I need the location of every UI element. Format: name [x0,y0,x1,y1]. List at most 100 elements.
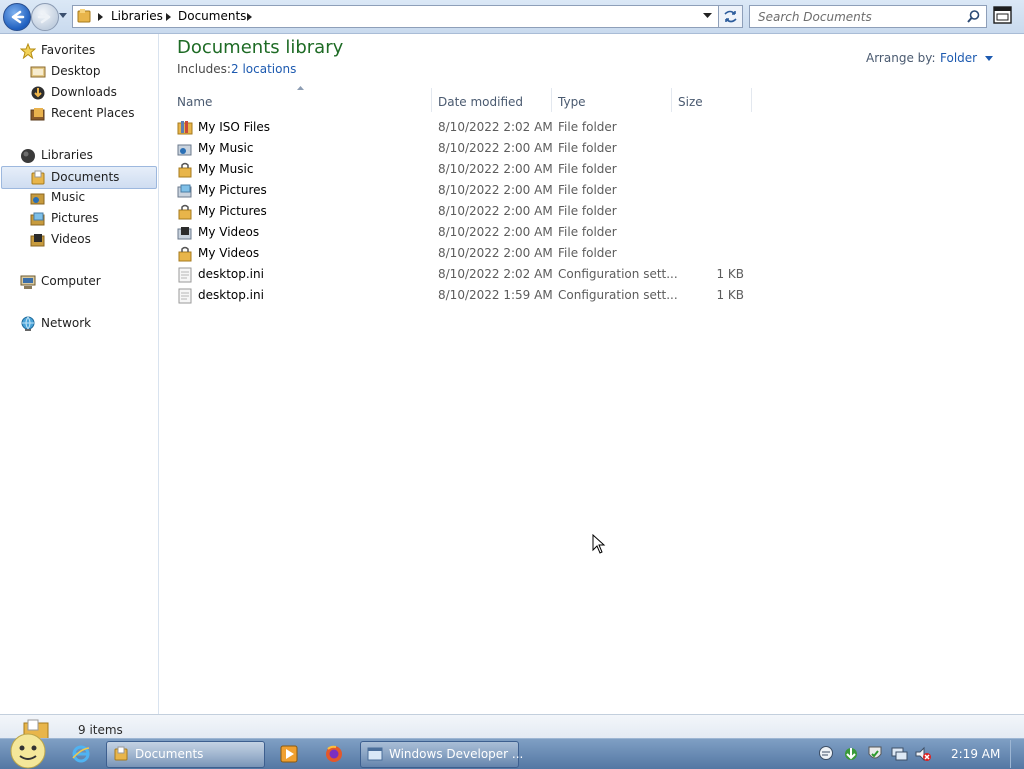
file-list-pane: Documents library Includes: 2 locations … [159,34,1024,714]
navigation-pane: Favorites Desktop Downloads Recent Place… [0,34,159,714]
file-type: File folder [558,162,617,176]
recent-pages-dropdown-icon[interactable] [58,12,68,20]
config-file-icon [178,267,192,283]
file-row[interactable]: My Music 8/10/2022 2:00 AM File folder [175,138,755,159]
nav-favorites-label: Favorites [41,43,96,57]
back-button[interactable] [3,3,31,31]
documents-library-icon [31,170,45,185]
nav-favorites[interactable]: Favorites [8,40,156,61]
internet-explorer-icon[interactable] [72,745,90,763]
start-button-icon[interactable] [10,733,48,769]
nav-recent-places[interactable]: Recent Places [8,103,156,124]
file-row[interactable]: My Music 8/10/2022 2:00 AM File folder [175,159,755,180]
desktop-icon [30,66,46,78]
file-name: My Videos [198,246,260,260]
pictures-folder-icon [177,184,192,198]
config-file-icon [178,288,192,304]
file-size: 1 KB [716,288,744,302]
tray-chat-icon[interactable] [818,745,836,763]
column-size-label: Size [678,95,703,109]
column-divider[interactable] [431,88,432,112]
videos-folder-icon [177,227,192,240]
file-row[interactable]: My Pictures 8/10/2022 2:00 AM File folde… [175,201,755,222]
arrange-by-value: Folder [940,51,978,65]
item-count: 9 items [78,723,123,737]
file-date: 8/10/2022 2:00 AM [438,246,553,260]
file-type: Configuration sett... [558,267,678,281]
tray-network-icon[interactable] [890,745,908,763]
taskbar-clock[interactable]: 2:19 AM [951,747,1000,761]
nav-network[interactable]: Network [8,313,156,334]
search-icon[interactable] [966,9,981,24]
show-desktop-button[interactable] [1010,740,1024,768]
nav-computer[interactable]: Computer [8,271,156,292]
tray-download-icon[interactable] [842,745,860,763]
column-header-type[interactable]: Type [558,92,671,112]
application-window-icon [367,747,383,761]
file-name: desktop.ini [198,267,264,281]
file-type: Configuration sett... [558,288,678,302]
tray-security-icon[interactable] [866,745,884,763]
column-header-size[interactable]: Size [678,92,750,112]
locations-link[interactable]: 2 locations [231,62,296,76]
nav-libraries[interactable]: Libraries [8,145,156,166]
pictures-library-icon [30,212,45,226]
file-name: My Videos [198,225,260,239]
search-input[interactable] [750,6,963,27]
network-globe-icon [21,316,35,331]
refresh-button[interactable] [718,5,743,28]
music-folder-icon [177,144,192,156]
videos-library-icon [30,234,45,247]
nav-pictures[interactable]: Pictures [8,208,156,229]
file-row[interactable]: My Videos 8/10/2022 2:00 AM File folder [175,222,755,243]
nav-documents[interactable]: Documents [1,166,157,189]
file-type: File folder [558,141,617,155]
column-header-name[interactable]: Name [177,92,431,112]
downloads-icon [31,86,45,100]
column-header-date-modified[interactable]: Date modified [438,92,551,112]
computer-icon [20,275,36,289]
file-type: File folder [558,204,617,218]
libraries-icon [21,149,35,163]
file-date: 8/10/2022 2:02 AM [438,267,553,281]
taskbar-documents-button[interactable]: Documents [106,741,265,768]
file-name: My Music [198,162,254,176]
file-date: 8/10/2022 2:02 AM [438,120,553,134]
nav-videos[interactable]: Videos [8,229,156,250]
search-box[interactable] [749,5,987,28]
locked-folder-icon [178,204,192,220]
column-divider[interactable] [671,88,672,112]
breadcrumb-documents[interactable]: Documents [178,9,246,23]
taskbar: Documents Windows Developer ... 2:19 AM [0,733,1024,769]
media-player-icon[interactable] [280,745,298,763]
forward-arrow-icon [37,10,51,24]
chevron-right-icon[interactable] [166,13,172,21]
file-row[interactable]: My Pictures 8/10/2022 2:00 AM File folde… [175,180,755,201]
column-name-label: Name [177,95,213,109]
taskbar-windows-developer-button[interactable]: Windows Developer ... [360,741,523,768]
breadcrumb-libraries[interactable]: Libraries [111,9,163,23]
file-row[interactable]: My Videos 8/10/2022 2:00 AM File folder [175,243,755,264]
chevron-down-icon [984,56,993,61]
forward-button[interactable] [31,3,59,31]
library-title: Documents library [177,37,344,58]
file-date: 8/10/2022 1:59 AM [438,288,553,302]
firefox-icon[interactable] [325,745,343,763]
file-row[interactable]: My ISO Files 8/10/2022 2:02 AM File fold… [175,117,755,138]
nav-desktop[interactable]: Desktop [8,61,156,82]
address-history-dropdown-icon[interactable] [703,13,712,19]
chevron-right-icon[interactable] [247,13,253,21]
column-divider[interactable] [751,88,752,112]
file-name: My Pictures [198,204,267,218]
file-row[interactable]: desktop.ini 8/10/2022 1:59 AM Configurat… [175,285,755,306]
nav-music[interactable]: Music [8,187,156,208]
locked-folder-icon [178,162,192,178]
nav-downloads[interactable]: Downloads [8,82,156,103]
address-bar[interactable]: Libraries Documents [72,5,719,28]
column-divider[interactable] [551,88,552,112]
arrange-by-dropdown[interactable]: Folder [940,51,993,65]
recent-places-icon [30,108,45,121]
file-row[interactable]: desktop.ini 8/10/2022 2:02 AM Configurat… [175,264,755,285]
window-layout-icon[interactable] [993,6,1013,25]
tray-volume-muted-icon[interactable] [914,745,932,763]
